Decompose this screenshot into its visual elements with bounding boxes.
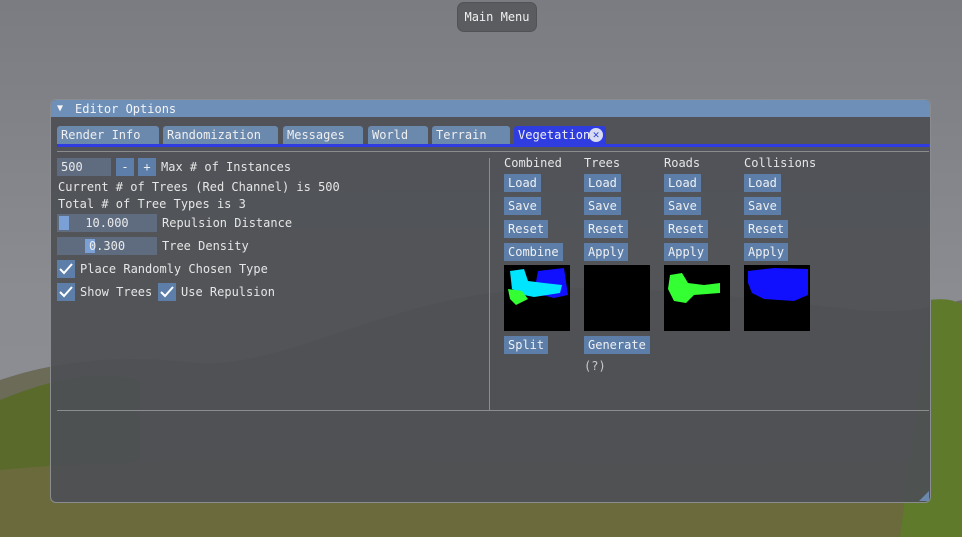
combine-button[interactable]: Combine [504,243,563,261]
separator [57,410,929,411]
repulsion-distance-label: Repulsion Distance [162,216,293,230]
total-types-text: Total # of Tree Types is 3 [58,197,246,211]
resize-grip-icon[interactable] [919,491,929,501]
tree-density-slider[interactable]: 0.300 [57,237,157,255]
combined-header: Combined [504,156,562,170]
collisions-reset-button[interactable]: Reset [744,220,789,238]
show-trees-label: Show Trees [80,285,153,299]
slider-value: 0.300 [88,239,126,253]
checkmark-icon [59,286,73,298]
current-trees-text: Current # of Trees (Red Channel) is 500 [58,180,340,194]
trees-map-preview [584,265,650,331]
place-random-checkbox[interactable] [57,260,75,278]
collisions-save-button[interactable]: Save [744,197,781,215]
window-title: Editor Options [75,101,177,116]
trees-header: Trees [584,156,621,170]
tab-render-info[interactable]: Render Info [57,126,159,144]
collisions-header: Collisions [744,156,817,170]
max-instances-input[interactable]: 500 [57,158,111,176]
roads-header: Roads [664,156,701,170]
place-random-label: Place Randomly Chosen Type [80,262,268,276]
decrement-button[interactable]: - [116,158,134,176]
editor-options-window: ▼ Editor Options Render Info Randomizati… [50,99,931,503]
help-marker[interactable]: (?) [584,357,606,375]
show-trees-checkbox[interactable] [57,283,75,301]
generate-button[interactable]: Generate [584,336,650,354]
roads-load-button[interactable]: Load [664,174,701,192]
use-repulsion-label: Use Repulsion [181,285,275,299]
checkmark-icon [160,286,174,298]
tab-label: Render Info [61,128,141,142]
tab-label: Messages [287,128,345,142]
trees-load-button[interactable]: Load [584,174,621,192]
tab-terrain[interactable]: Terrain [432,126,510,144]
tab-label: World [372,128,409,142]
tab-label: Vegetation [518,128,591,142]
tab-label: Randomization [167,128,261,142]
tab-world[interactable]: World [368,126,428,144]
combined-reset-button[interactable]: Reset [504,220,549,238]
slider-value: 10.000 [85,216,129,230]
split-button[interactable]: Split [504,336,549,354]
combined-load-button[interactable]: Load [504,174,541,192]
increment-button[interactable]: + [138,158,156,176]
tab-close-icon[interactable]: ✕ [589,128,603,142]
tab-underline [57,144,929,147]
tree-density-label: Tree Density [162,239,249,253]
collisions-load-button[interactable]: Load [744,174,781,192]
tab-label: Terrain [436,128,487,142]
combined-map-preview [504,265,570,331]
use-repulsion-checkbox[interactable] [158,283,176,301]
column-separator [489,158,490,410]
checkmark-icon [59,263,73,275]
collisions-apply-button[interactable]: Apply [744,243,789,261]
roads-map-preview [664,265,730,331]
roads-apply-button[interactable]: Apply [664,243,709,261]
trees-reset-button[interactable]: Reset [584,220,629,238]
repulsion-distance-slider[interactable]: 10.000 [57,214,157,232]
main-menu-button[interactable]: Main Menu [458,3,536,31]
window-title-bar[interactable]: ▼ Editor Options [51,100,930,117]
tab-vegetation[interactable]: Vegetation ✕ [514,126,606,144]
trees-save-button[interactable]: Save [584,197,621,215]
roads-reset-button[interactable]: Reset [664,220,709,238]
roads-save-button[interactable]: Save [664,197,701,215]
separator [57,151,929,152]
tab-randomization[interactable]: Randomization [163,126,278,144]
collapse-triangle-icon[interactable]: ▼ [57,103,67,114]
combined-save-button[interactable]: Save [504,197,541,215]
trees-apply-button[interactable]: Apply [584,243,629,261]
tab-messages[interactable]: Messages [283,126,363,144]
max-instances-label: Max # of Instances [161,160,292,174]
collisions-map-preview [744,265,810,331]
